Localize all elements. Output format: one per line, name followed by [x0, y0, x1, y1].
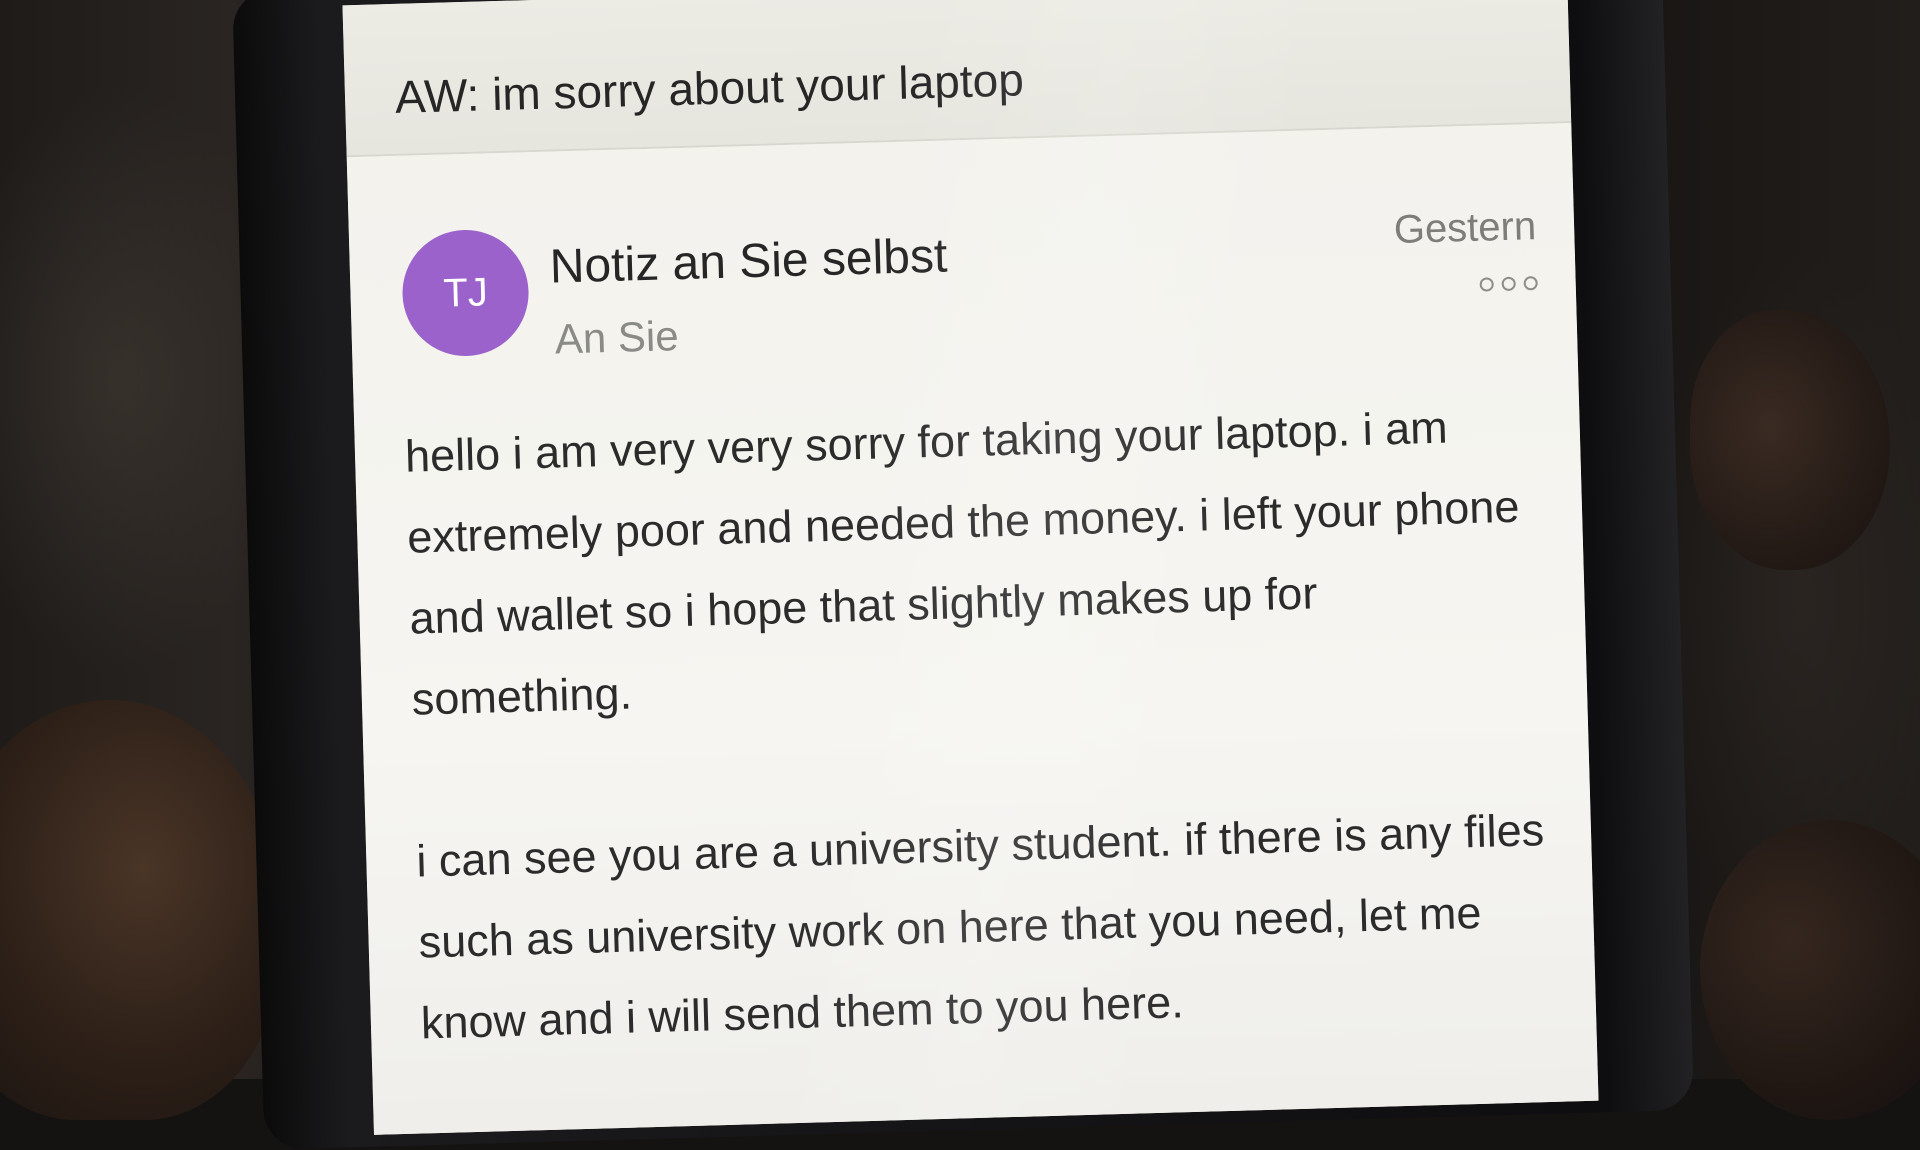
email-date: Gestern	[1393, 204, 1537, 253]
more-dot	[1501, 276, 1516, 292]
sender-name: Notiz an Sie selbst	[549, 229, 948, 294]
phone-screen: AW: im sorry about your laptop TJ Notiz …	[342, 0, 1599, 1135]
email-card[interactable]: TJ Notiz an Sie selbst An Sie Gestern he…	[346, 123, 1599, 1135]
email-body-paragraph: i can see you are a university student. …	[415, 804, 1545, 1049]
email-body-paragraph: hello i am very very sorry for taking yo…	[404, 401, 1520, 725]
more-dot	[1479, 277, 1494, 292]
email-subject: AW: im sorry about your laptop	[394, 53, 1025, 123]
more-dots-icon[interactable]	[1479, 276, 1538, 292]
email-body: hello i am very very sorry for taking yo…	[404, 384, 1552, 1063]
avatar[interactable]: TJ	[400, 228, 531, 358]
recipient-label: An Sie	[554, 312, 680, 363]
avatar-initials: TJ	[442, 269, 489, 316]
more-dot	[1523, 276, 1538, 291]
